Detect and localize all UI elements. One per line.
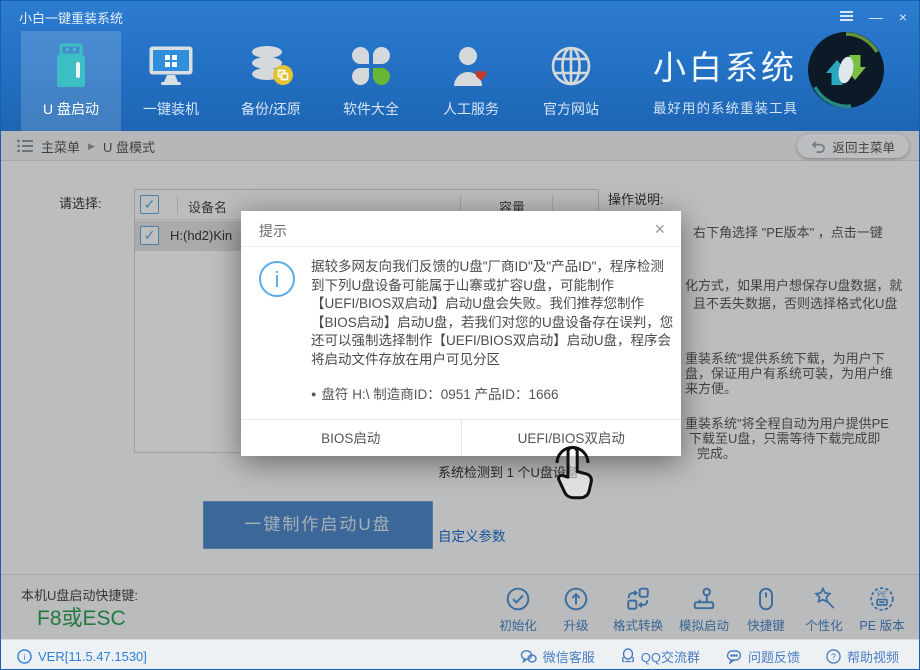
- brand-name: 小白系统: [653, 41, 798, 89]
- brand-tagline: 最好用的系统重装工具: [653, 97, 798, 117]
- nav-tab-backup-restore[interactable]: 备份/还原: [221, 31, 321, 131]
- dialog-button-bar: BIOS启动 UEFI/BIOS双启动: [241, 419, 681, 456]
- main-nav: U 盘启动 一键装机: [21, 31, 621, 131]
- statusbar-links: 微信客服 QQ交流群 问题反馈 ?: [520, 640, 899, 670]
- bios-boot-button[interactable]: BIOS启动: [241, 420, 461, 456]
- dialog-title: 提示: [259, 221, 287, 241]
- help-video-link[interactable]: ? 帮助视频: [826, 647, 899, 666]
- version-text: VER[11.5.47.1530]: [38, 649, 147, 664]
- app-window: 小白一键重装系统 — × U 盘启动: [0, 0, 920, 670]
- nav-label: 备份/还原: [241, 99, 301, 119]
- version-info: i VER[11.5.47.1530]: [17, 640, 147, 670]
- nav-tab-one-click-install[interactable]: 一键装机: [121, 31, 221, 131]
- feedback-bubble-icon: [726, 649, 742, 664]
- info-circle-icon: i: [259, 261, 295, 297]
- svg-text:?: ?: [831, 651, 836, 661]
- monitor-icon: [148, 39, 194, 93]
- usb-drive-icon: [52, 39, 90, 93]
- backup-restore-icon: [248, 39, 294, 93]
- status-bar: i VER[11.5.47.1530] 微信客服 QQ交流群: [1, 639, 920, 670]
- click-hand-cursor: [544, 440, 600, 507]
- wechat-icon: [520, 649, 537, 664]
- qq-group-link[interactable]: QQ交流群: [621, 647, 700, 666]
- feedback-link[interactable]: 问题反馈: [726, 647, 800, 666]
- globe-icon: [549, 39, 593, 93]
- dialog-titlebar: 提示 ×: [241, 211, 681, 247]
- dialog-close-icon[interactable]: ×: [650, 217, 669, 242]
- header: 小白一键重装系统 — × U 盘启动: [1, 1, 920, 131]
- brand-logo-icon: [805, 29, 887, 116]
- close-button[interactable]: ×: [899, 10, 907, 24]
- software-clover-icon: [352, 39, 390, 93]
- support-person-icon: [450, 39, 492, 93]
- nav-label: 一键装机: [143, 99, 199, 119]
- brand-block: 小白系统 最好用的系统重装工具: [653, 41, 798, 117]
- svg-text:i: i: [24, 651, 26, 661]
- nav-label: 人工服务: [443, 99, 499, 119]
- bullet-dot: ●: [311, 389, 316, 399]
- qq-penguin-icon: [621, 648, 635, 664]
- nav-label: U 盘启动: [43, 99, 99, 119]
- menu-icon[interactable]: [840, 9, 853, 25]
- bullet-text: 盘符 H:\ 制造商ID：0951 产品ID：1666: [321, 387, 558, 402]
- help-question-icon: ?: [826, 649, 841, 664]
- nav-label: 软件大全: [343, 99, 399, 119]
- nav-tab-support[interactable]: 人工服务: [421, 31, 521, 131]
- link-label: 微信客服: [543, 647, 595, 666]
- info-icon: i: [17, 649, 32, 664]
- prompt-dialog: 提示 × i 据较多网友向我们反馈的U盘"厂商ID"及"产品ID"，程序检测到下…: [241, 211, 681, 456]
- dialog-body-text: 据较多网友向我们反馈的U盘"厂商ID"及"产品ID"，程序检测到下列U盘设备可能…: [311, 258, 677, 369]
- link-label: 问题反馈: [748, 647, 800, 666]
- window-title: 小白一键重装系统: [19, 8, 123, 27]
- minimize-button[interactable]: —: [869, 10, 883, 24]
- nav-tab-usb-boot[interactable]: U 盘启动: [21, 31, 121, 131]
- dialog-device-bullet: ● 盘符 H:\ 制造商ID：0951 产品ID：1666: [311, 383, 559, 403]
- nav-tab-software[interactable]: 软件大全: [321, 31, 421, 131]
- nav-label: 官方网站: [543, 99, 599, 119]
- nav-tab-website[interactable]: 官方网站: [521, 31, 621, 131]
- link-label: 帮助视频: [847, 647, 899, 666]
- link-label: QQ交流群: [641, 647, 700, 666]
- wechat-support-link[interactable]: 微信客服: [520, 647, 595, 666]
